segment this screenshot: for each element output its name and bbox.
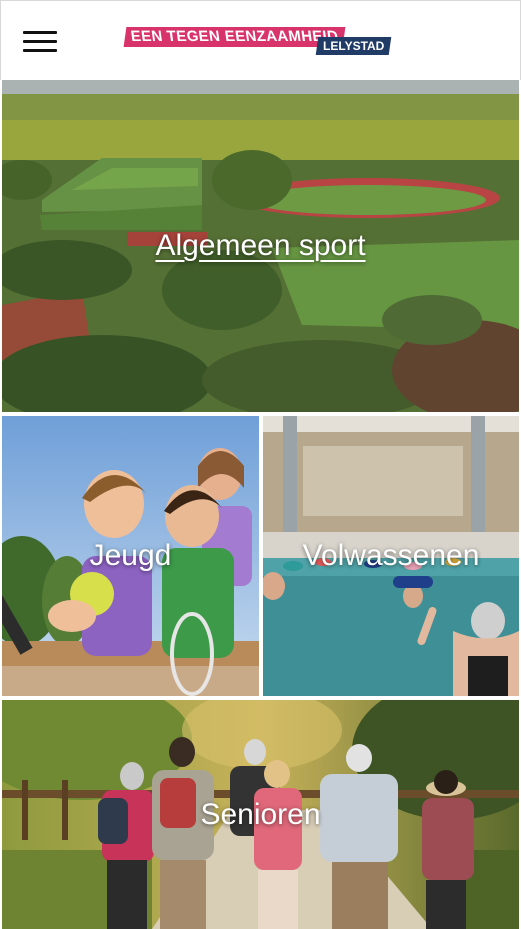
logo-city: LELYSTAD [323, 39, 385, 53]
app-header: EEN TEGEN EENZAAMHEID LELYSTAD [0, 0, 521, 80]
hamburger-menu-icon[interactable] [23, 29, 59, 55]
tile-senioren[interactable]: Senioren [2, 700, 519, 929]
een-tegen-eenzaamheid-logo[interactable]: EEN TEGEN EENZAAMHEID LELYSTAD [123, 23, 401, 61]
tile-volwassenen[interactable]: Volwassenen [263, 416, 519, 696]
tile-jeugd[interactable]: Jeugd [2, 416, 259, 696]
logo-word-een: EEN [129, 28, 164, 45]
logo-city-banner: LELYSTAD [315, 37, 392, 55]
logo-word-tegen: TEGEN [165, 28, 222, 45]
tile-algemeen-sport[interactable]: Algemeen sport [2, 80, 519, 412]
tile-label-algemeen-sport[interactable]: Algemeen sport [155, 229, 365, 263]
menu-bar-top [23, 31, 57, 34]
logo-main-banner: EEN TEGEN EENZAAMHEID [123, 27, 346, 47]
tile-label-volwassenen[interactable]: Volwassenen [303, 539, 480, 573]
menu-bar-middle [23, 40, 57, 43]
tile-label-senioren[interactable]: Senioren [200, 798, 320, 832]
menu-bar-bottom [23, 49, 57, 52]
tile-label-jeugd[interactable]: Jeugd [90, 539, 172, 573]
